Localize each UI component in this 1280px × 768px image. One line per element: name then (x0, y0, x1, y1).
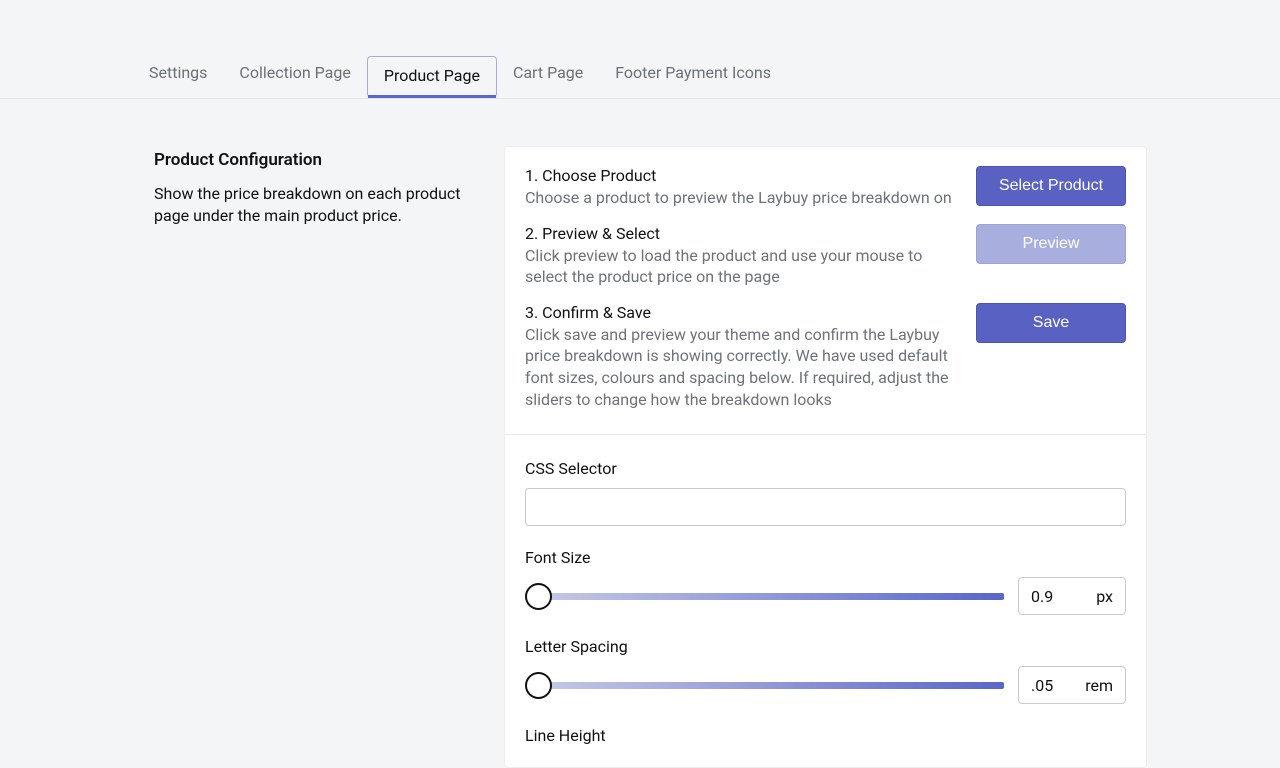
tab-settings[interactable]: Settings (133, 55, 223, 98)
step-description: Click save and preview your theme and co… (525, 324, 964, 410)
step-description: Choose a product to preview the Laybuy p… (525, 187, 964, 209)
font-size-label: Font Size (525, 548, 1126, 567)
tab-collection-page[interactable]: Collection Page (223, 55, 366, 98)
line-height-label: Line Height (525, 726, 1126, 745)
slider-thumb[interactable] (525, 672, 552, 699)
tabs-bar: Settings Collection Page Product Page Ca… (0, 0, 1280, 99)
tab-footer-payment-icons[interactable]: Footer Payment Icons (599, 55, 787, 98)
step-title: 3. Confirm & Save (525, 303, 964, 322)
font-size-unit: px (1096, 587, 1113, 606)
letter-spacing-value-box[interactable]: .05 rem (1018, 666, 1126, 704)
tab-product-page[interactable]: Product Page (367, 56, 497, 98)
font-size-value: 0.9 (1031, 587, 1053, 606)
letter-spacing-label: Letter Spacing (525, 637, 1126, 656)
left-column: Product Configuration Show the price bre… (154, 146, 484, 768)
preview-button[interactable]: Preview (976, 224, 1126, 264)
css-selector-label: CSS Selector (525, 459, 1126, 478)
step-title: 2. Preview & Select (525, 224, 964, 243)
slider-thumb[interactable] (525, 583, 552, 610)
step-confirm-save: 3. Confirm & Save Click save and preview… (525, 303, 1126, 410)
letter-spacing-slider[interactable] (525, 677, 1004, 693)
section-description: Show the price breakdown on each product… (154, 183, 484, 226)
css-selector-input[interactable] (525, 488, 1126, 526)
letter-spacing-value: .05 (1031, 676, 1053, 695)
step-description: Click preview to load the product and us… (525, 245, 964, 288)
tab-cart-page[interactable]: Cart Page (497, 55, 599, 98)
select-product-button[interactable]: Select Product (976, 166, 1126, 206)
font-size-value-box[interactable]: 0.9 px (1018, 577, 1126, 615)
save-button[interactable]: Save (976, 303, 1126, 343)
letter-spacing-unit: rem (1085, 676, 1113, 695)
right-column: 1. Choose Product Choose a product to pr… (504, 146, 1147, 768)
step-choose-product: 1. Choose Product Choose a product to pr… (525, 166, 1126, 209)
step-title: 1. Choose Product (525, 166, 964, 185)
step-preview-select: 2. Preview & Select Click preview to loa… (525, 224, 1126, 288)
section-title: Product Configuration (154, 150, 484, 170)
font-size-slider[interactable] (525, 588, 1004, 604)
